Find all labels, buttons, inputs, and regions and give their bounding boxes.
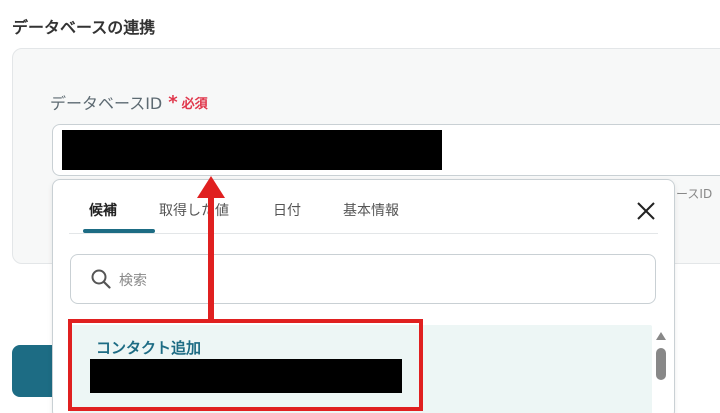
required-text: 必須 — [181, 96, 208, 112]
close-icon[interactable] — [635, 200, 657, 222]
redacted-value — [62, 130, 442, 170]
active-tab-indicator — [83, 229, 155, 233]
scroll-up-icon[interactable] — [656, 332, 666, 340]
section-title: データベースの連携 — [12, 18, 156, 37]
arrow-annotation-icon — [195, 176, 227, 326]
database-id-label: データベースID * 必須 — [50, 90, 208, 114]
search-input[interactable]: 検索 — [70, 254, 656, 304]
tab-basic-info[interactable]: 基本情報 — [343, 200, 399, 220]
search-icon — [91, 269, 111, 293]
helper-text: ースID — [676, 187, 713, 201]
tab-candidates[interactable]: 候補 — [89, 200, 117, 220]
highlight-annotation — [68, 319, 423, 411]
teal-action-button[interactable] — [12, 345, 56, 397]
scrollbar-thumb[interactable] — [656, 348, 666, 380]
tab-bar: 候補 取得した値 日付 基本情報 — [69, 180, 658, 234]
tab-date[interactable]: 日付 — [273, 200, 301, 220]
search-placeholder: 検索 — [119, 273, 147, 289]
database-id-label-text: データベースID — [50, 94, 163, 113]
required-star: * — [168, 91, 178, 113]
